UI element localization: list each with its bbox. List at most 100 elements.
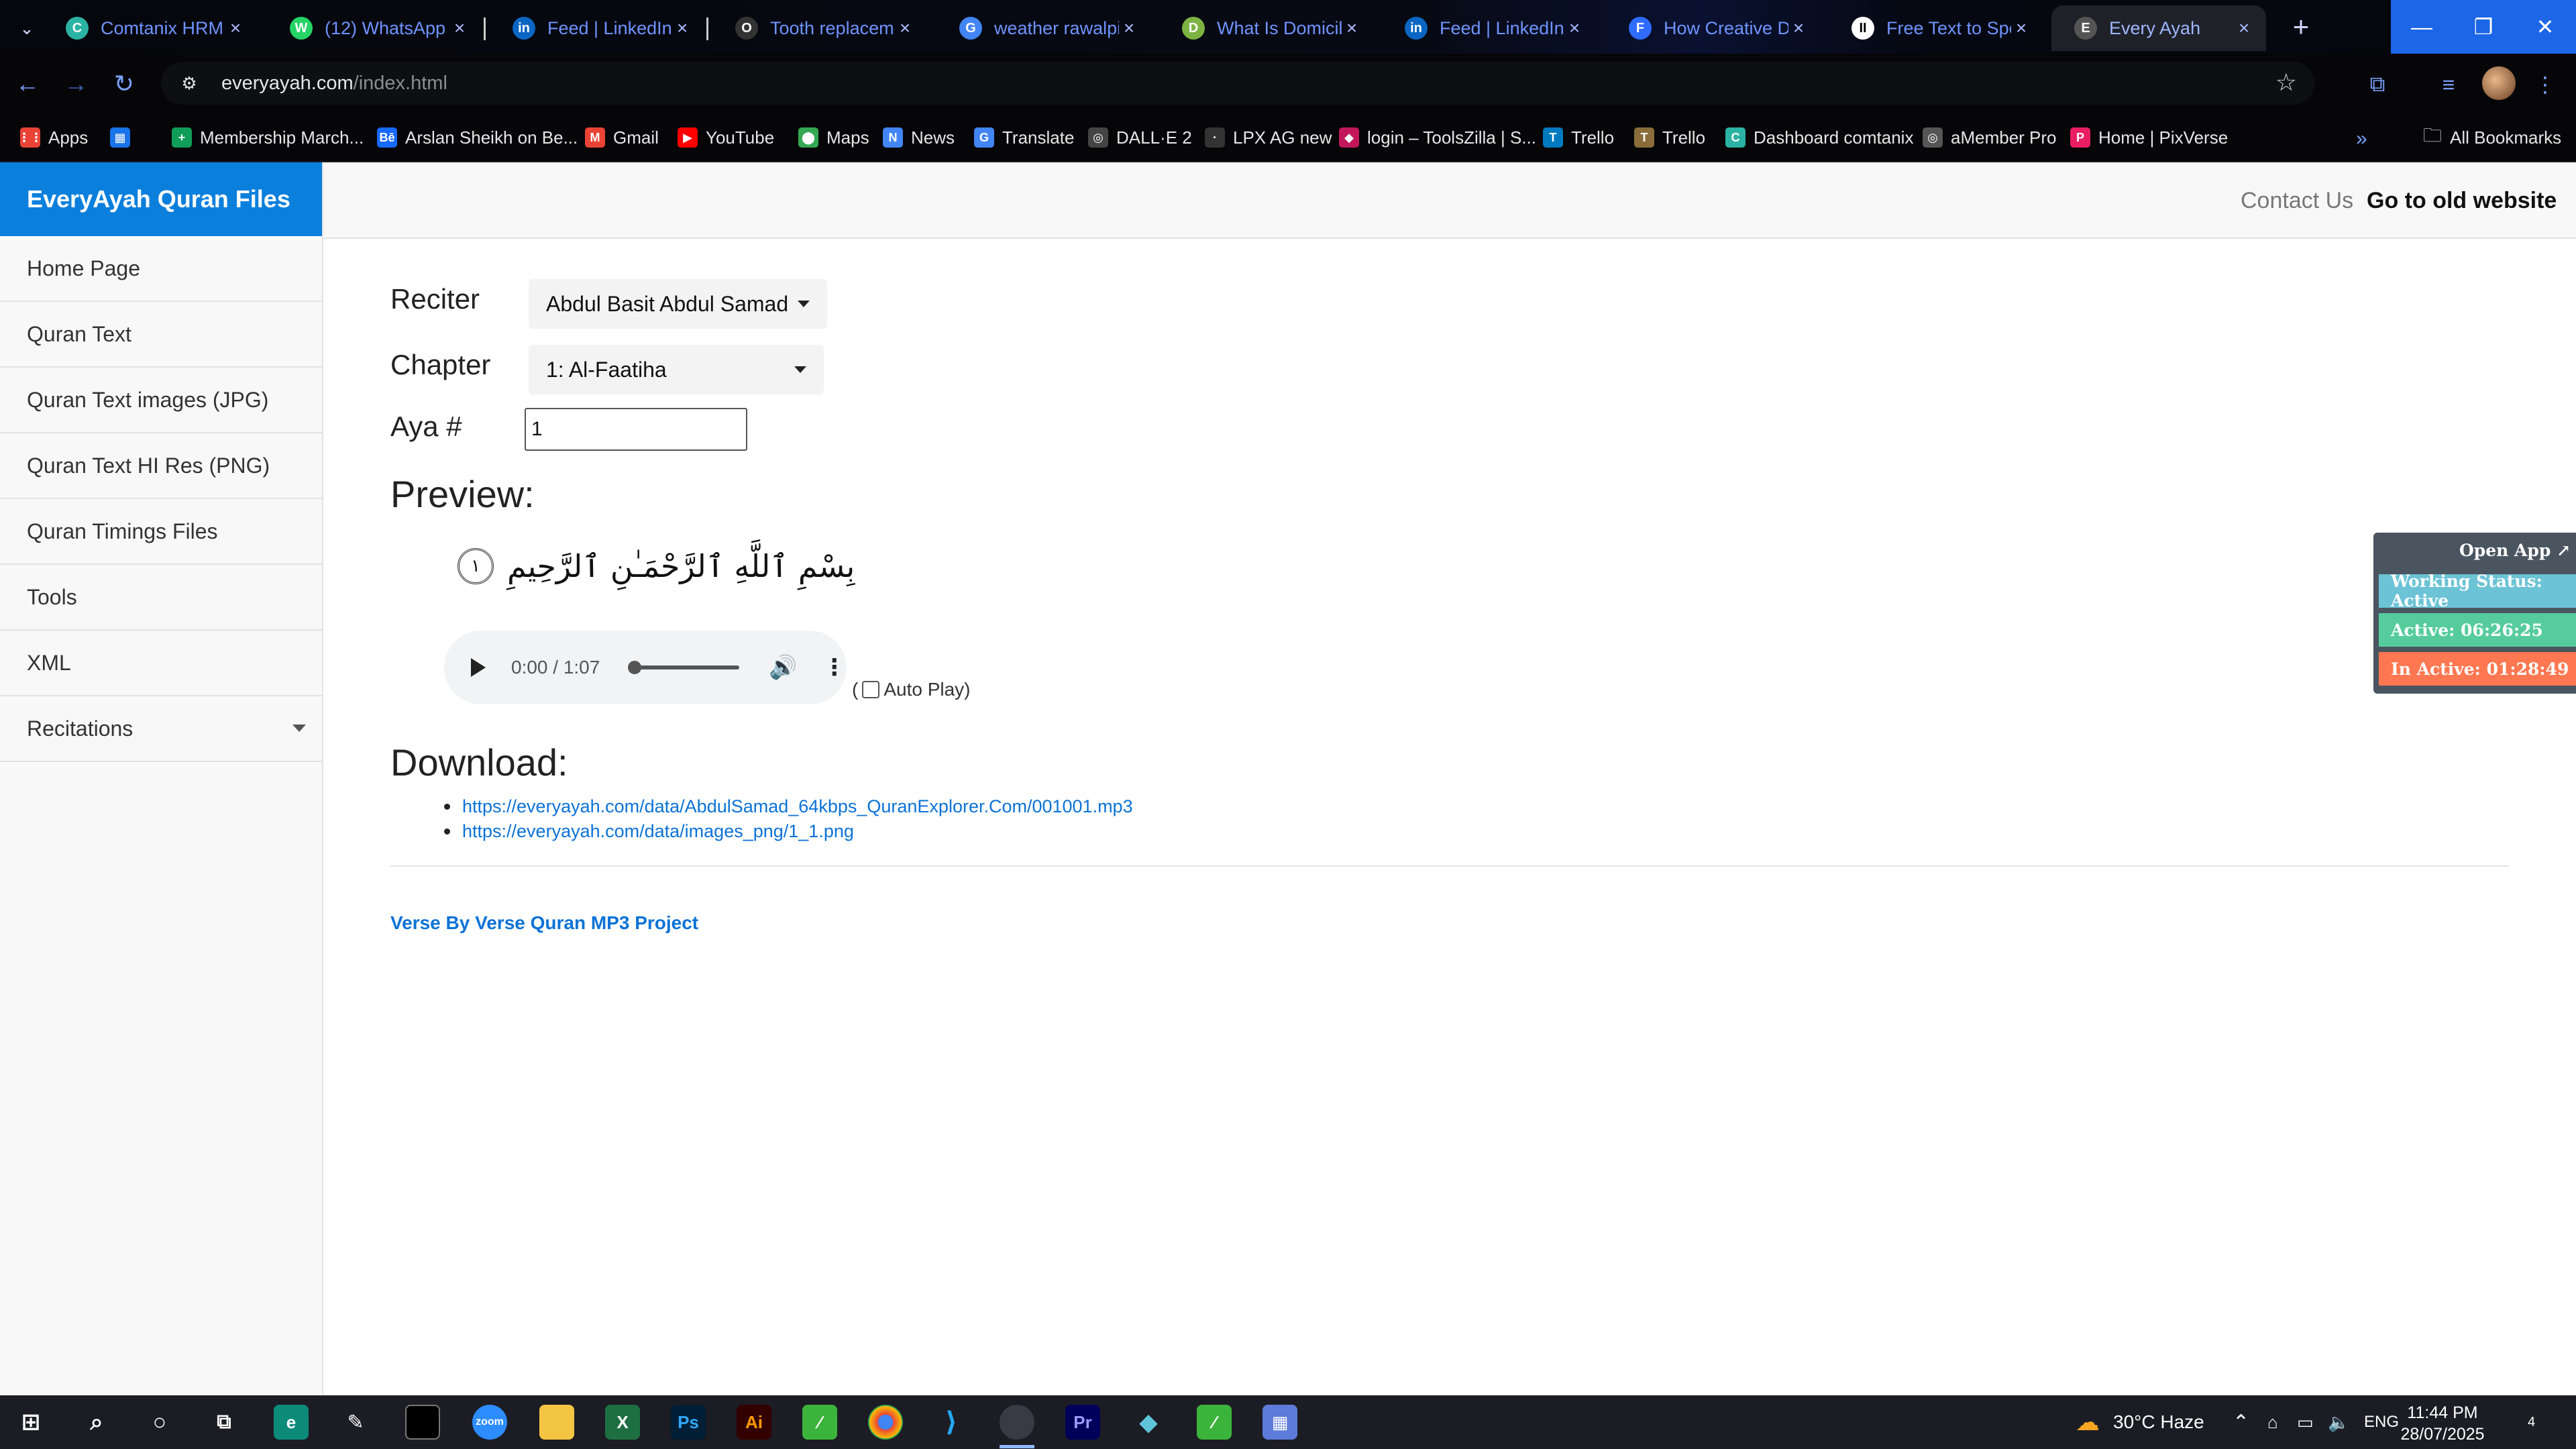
sidebar-item[interactable]: Quran Text HI Res (PNG) (0, 433, 322, 499)
tab-close-icon[interactable]: × (1342, 17, 1362, 39)
edge-icon[interactable]: e (274, 1405, 309, 1440)
volume-icon[interactable]: 🔊 (769, 654, 797, 681)
tab-close-icon[interactable]: × (672, 17, 692, 39)
speaker-icon[interactable]: 🔈 (2328, 1395, 2349, 1449)
tab-close-icon[interactable]: × (449, 17, 470, 39)
download-link-mp3[interactable]: https://everyayah.com/data/AbdulSamad_64… (444, 794, 1133, 819)
browser-tab[interactable]: Gweather rawalpin × (936, 5, 1151, 51)
bookmark-item[interactable]: T Trello (1634, 122, 1705, 153)
photoshop-icon[interactable]: Ps (671, 1405, 706, 1440)
bookmark-item[interactable]: · LPX AG new (1205, 122, 1332, 153)
bookmark-item[interactable]: + Membership March... (172, 122, 364, 153)
minimize-button[interactable]: — (2391, 0, 2453, 54)
back-button[interactable]: ← (9, 66, 46, 102)
footer-project-link[interactable]: Verse By Verse Quran MP3 Project (390, 912, 698, 934)
chrome-profile-icon[interactable] (1000, 1405, 1034, 1440)
sidebar-item[interactable]: Quran Text images (JPG) (0, 368, 322, 433)
search-icon[interactable]: ⌕ (79, 1405, 114, 1440)
sidebar-item[interactable]: Recitations (0, 696, 322, 762)
illustrator-icon[interactable]: Ai (737, 1405, 771, 1440)
profile-avatar[interactable] (2482, 66, 2516, 100)
new-tab-button[interactable]: + (2282, 8, 2320, 46)
more-bookmarks-icon[interactable]: » (2356, 127, 2367, 150)
excel-icon[interactable]: X (605, 1405, 640, 1440)
chapter-select[interactable]: 1: Al-Faatiha (529, 345, 824, 394)
sidebar-item[interactable]: Quran Text (0, 302, 322, 368)
vscode-icon[interactable]: ⟩ (934, 1405, 969, 1440)
tab-close-icon[interactable]: × (1788, 17, 1809, 39)
weather-widget[interactable]: ☁ 30°C Haze (2076, 1395, 2204, 1449)
bookmark-item[interactable]: C Dashboard comtanix (1725, 122, 1913, 153)
autoplay-checkbox[interactable] (862, 681, 880, 698)
bookmark-item[interactable]: ◎ aMember Pro (1923, 122, 2057, 153)
browser-tab[interactable]: II Free Text to Spee× (1829, 5, 2043, 51)
browser-tab[interactable]: O Tooth replaceme × (712, 5, 927, 51)
tab-close-icon[interactable]: × (895, 17, 915, 39)
browser-tab[interactable]: in Feed | LinkedIn × (1382, 5, 1597, 51)
pen-icon[interactable]: ✎ (338, 1405, 373, 1440)
task-view-icon[interactable]: ⧉ (207, 1405, 241, 1440)
audio-options-icon[interactable]: ⋮ (823, 654, 846, 681)
restore-button[interactable]: ❐ (2453, 0, 2514, 54)
zoom-icon[interactable]: zoom (472, 1405, 507, 1440)
contact-us-link[interactable]: Contact Us (2241, 188, 2353, 214)
browser-tab[interactable]: E Every Ayah × (2051, 5, 2266, 51)
all-bookmarks[interactable]: 🗀 All Bookmarks (2423, 122, 2561, 153)
open-app-link[interactable]: Open App ↗ (2459, 541, 2571, 560)
sidebar-item[interactable]: XML (0, 631, 322, 696)
tab-close-icon[interactable]: × (225, 17, 246, 39)
tab-close-icon[interactable]: × (2234, 17, 2254, 39)
sidebar-item[interactable]: Quran Timings Files (0, 499, 322, 565)
tab-close-icon[interactable]: × (1564, 17, 1585, 39)
calculator-icon[interactable]: ▦ (1263, 1405, 1297, 1440)
reload-button[interactable]: ↻ (106, 66, 142, 102)
browser-tab[interactable]: F How Creative De × (1606, 5, 1821, 51)
bookmark-item[interactable]: ▶ YouTube (678, 122, 774, 153)
bookmark-star-icon[interactable]: ☆ (2275, 68, 2297, 97)
audio-player[interactable]: 0:00 / 1:07 🔊 ⋮ (444, 631, 847, 704)
tab-close-icon[interactable]: × (2011, 17, 2031, 39)
media-controls-icon[interactable]: ≡ (2432, 68, 2465, 101)
bookmark-item[interactable]: T Trello (1543, 122, 1614, 153)
tab-search-button[interactable]: ⌄ (9, 11, 44, 46)
chrome-icon[interactable] (868, 1405, 903, 1440)
site-settings-icon[interactable]: ⚙ (176, 70, 203, 97)
url-bar[interactable]: ⚙ everyayah.com/index.html ☆ (161, 62, 2314, 105)
bookmark-item[interactable]: ▦ (110, 122, 138, 153)
reciter-select[interactable]: Abdul Basit Abdul Samad (529, 279, 828, 329)
browser-tab[interactable]: in Feed | LinkedIn × (490, 5, 704, 51)
tray-chevron-icon[interactable]: ⌃ (2233, 1395, 2249, 1449)
green-app-2-icon[interactable]: ∕ (1197, 1405, 1232, 1440)
aya-number-input[interactable] (525, 408, 747, 451)
browser-tab[interactable]: W (12) WhatsApp × (267, 5, 482, 51)
sidebar-item[interactable]: Tools (0, 565, 322, 631)
old-website-link[interactable]: Go to old website (2367, 188, 2557, 214)
bookmark-item[interactable]: Bē Arslan Sheikh on Be... (377, 122, 578, 153)
menu-kebab-icon[interactable]: ⋮ (2529, 68, 2561, 101)
wifi-icon[interactable]: ▭ (2297, 1395, 2314, 1449)
browser-tab[interactable]: C Comtanix HRM × (43, 5, 258, 51)
browser-tab[interactable]: D What Is Domicilia× (1159, 5, 1374, 51)
windows-start-icon[interactable]: ⊞ (13, 1405, 48, 1440)
bookmark-item[interactable]: N News (883, 122, 955, 153)
bookmark-item[interactable]: ◆ login – ToolsZilla | S... (1339, 122, 1536, 153)
site-brand[interactable]: EveryAyah Quran Files (0, 162, 322, 236)
forward-button[interactable]: → (58, 66, 94, 102)
network-icon[interactable]: ⌂ (2267, 1395, 2278, 1449)
kotlin-app-icon[interactable]: ◆ (1131, 1405, 1166, 1440)
bookmark-item[interactable]: G Translate (974, 122, 1074, 153)
file-explorer-icon[interactable] (539, 1405, 574, 1440)
cortana-icon[interactable]: ○ (142, 1405, 177, 1440)
bookmark-item[interactable]: P Home | PixVerse (2070, 122, 2228, 153)
notifications-icon[interactable]: 4 (2524, 1395, 2535, 1449)
url-text[interactable]: everyayah.com/index.html (221, 72, 447, 95)
bookmark-item[interactable]: ⋮⋮ Apps (18, 122, 88, 153)
play-icon[interactable] (471, 658, 486, 677)
tab-close-icon[interactable]: × (1119, 17, 1139, 39)
bookmark-item[interactable]: M Gmail (585, 122, 659, 153)
sidebar-item[interactable]: Home Page (0, 236, 322, 302)
extensions-icon[interactable]: ⧉ (2361, 68, 2394, 101)
bookmark-item[interactable]: ◎ DALL·E 2 (1088, 122, 1192, 153)
close-window-button[interactable]: ✕ (2514, 0, 2576, 54)
clock[interactable]: 11:44 PM 28/07/2025 (2385, 1402, 2500, 1445)
